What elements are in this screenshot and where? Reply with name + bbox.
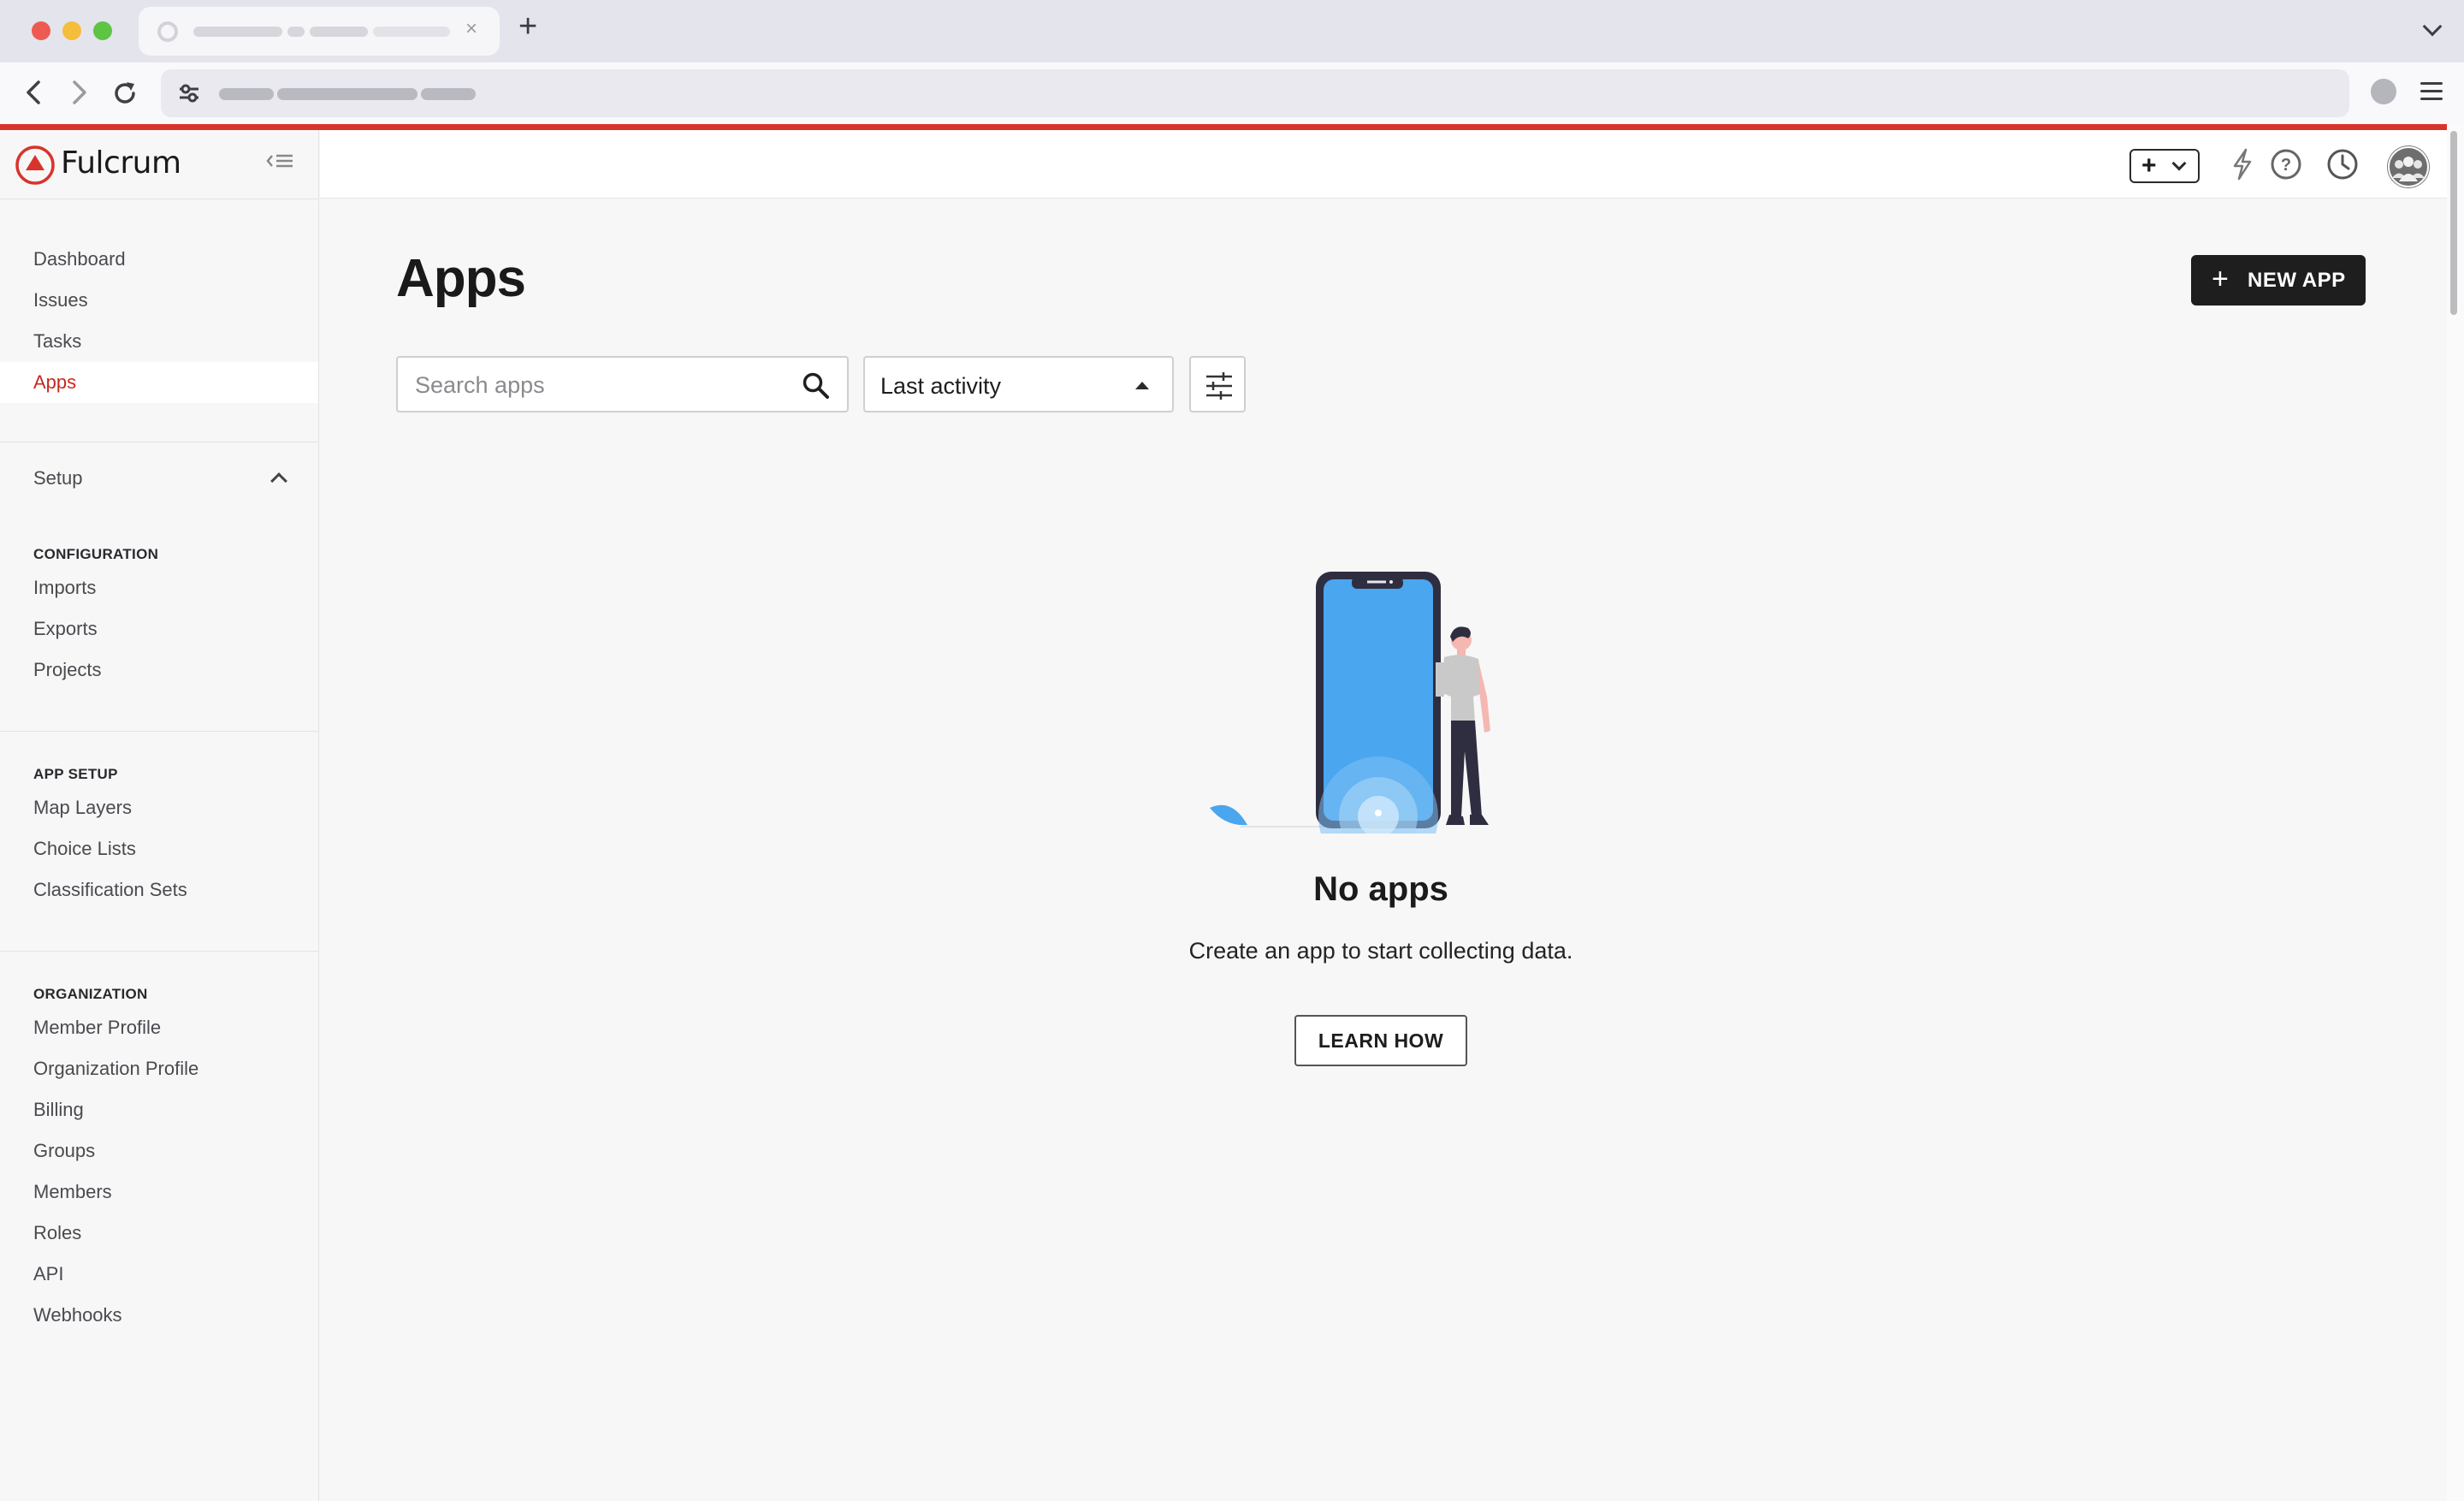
sort-select[interactable]: Last activity [863,356,1174,412]
chevron-up-icon [270,472,287,489]
sort-selected-value: Last activity [880,373,1002,399]
divider [0,731,319,732]
top-header: + ? [320,130,2447,199]
browser-tab-bar: × + [0,0,2464,62]
empty-state-title: No apps [1313,870,1448,908]
browser-menu-icon[interactable] [2420,82,2443,105]
tab-favicon-icon [157,21,178,42]
tab-title-placeholder [373,27,450,37]
sidebar-item-roles[interactable]: Roles [0,1213,318,1254]
tab-list-chevron-icon[interactable] [2422,16,2443,37]
maximize-window-button[interactable] [93,21,112,40]
sidebar-item-apps[interactable]: Apps [0,362,318,403]
browser-toolbar [0,62,2464,124]
clock-icon[interactable] [2325,147,2360,181]
sidebar-item-dashboard[interactable]: Dashboard [0,239,318,280]
search-icon[interactable] [802,371,831,400]
sidebar-item-map-layers[interactable]: Map Layers [0,787,318,828]
sidebar-item-issues[interactable]: Issues [0,280,318,321]
group-heading-app-setup: APP SETUP [33,766,118,782]
sidebar-item-choice-lists[interactable]: Choice Lists [0,828,318,869]
svg-text:?: ? [2281,156,2291,175]
caret-up-icon [1135,382,1149,389]
back-icon[interactable] [24,80,44,105]
tab-title-placeholder [310,27,368,37]
sidebar-item-tasks[interactable]: Tasks [0,321,318,362]
sidebar-item-projects[interactable]: Projects [0,650,318,691]
close-window-button[interactable] [32,21,50,40]
group-heading-configuration: CONFIGURATION [33,546,159,562]
divider [0,951,319,952]
filter-button[interactable] [1189,356,1246,412]
tab-title-placeholder [193,27,282,37]
sidebar-item-groups[interactable]: Groups [0,1130,318,1172]
collapse-sidebar-icon[interactable] [265,152,294,169]
new-app-label: NEW APP [2248,269,2346,292]
browser-profile-icon[interactable] [2371,79,2396,104]
sidebar-item-imports[interactable]: Imports [0,567,318,608]
forward-icon[interactable] [68,80,89,105]
add-dropdown-button[interactable]: + [2129,149,2200,183]
lightning-icon[interactable] [2230,147,2255,181]
sidebar-item-webhooks[interactable]: Webhooks [0,1295,318,1336]
help-icon[interactable]: ? [2269,147,2303,181]
sidebar-item-classification-sets[interactable]: Classification Sets [0,869,318,911]
search-input[interactable] [413,370,781,400]
plus-icon: + [2141,151,2157,180]
sidebar-item-setup[interactable]: Setup [0,458,318,499]
filter-sliders-icon [1206,372,1232,400]
avatar[interactable] [2387,145,2430,188]
url-placeholder [277,88,418,100]
sidebar: Fulcrum Dashboard Issues Tasks Apps Setu… [0,130,319,1501]
site-settings-icon[interactable] [178,83,200,104]
sidebar-item-members[interactable]: Members [0,1172,318,1213]
sidebar-item-organization-profile[interactable]: Organization Profile [0,1048,318,1089]
scrollbar[interactable] [2447,124,2464,1501]
learn-how-button[interactable]: LEARN HOW [1294,1015,1467,1066]
browser-tab[interactable]: × [139,7,500,56]
search-box[interactable] [396,356,849,412]
sidebar-item-exports[interactable]: Exports [0,608,318,650]
user-group-icon [2388,146,2429,187]
group-heading-organization: ORGANIZATION [33,986,148,1002]
new-tab-icon[interactable]: + [518,9,537,45]
reload-icon[interactable] [111,80,139,107]
sidebar-item-api[interactable]: API [0,1254,318,1295]
new-app-button[interactable]: + NEW APP [2191,255,2366,306]
url-placeholder [219,88,274,100]
minimize-window-button[interactable] [62,21,81,40]
sidebar-item-billing[interactable]: Billing [0,1089,318,1130]
empty-state-description: Create an app to start collecting data. [1188,938,1573,964]
fulcrum-logo-icon [15,145,55,185]
url-placeholder [421,88,476,100]
address-bar[interactable] [161,69,2349,117]
scrollbar-thumb[interactable] [2450,131,2457,315]
tab-title-placeholder [287,27,305,37]
accent-bar [0,124,2447,130]
brand-name: Fulcrum [61,145,181,181]
setup-label: Setup [33,467,83,489]
plus-icon: + [2212,263,2229,295]
tab-close-icon[interactable]: × [465,17,477,41]
sidebar-item-member-profile[interactable]: Member Profile [0,1007,318,1048]
page-title: Apps [396,249,526,308]
chevron-down-icon [2171,156,2187,171]
empty-state-illustration [1210,572,1490,834]
